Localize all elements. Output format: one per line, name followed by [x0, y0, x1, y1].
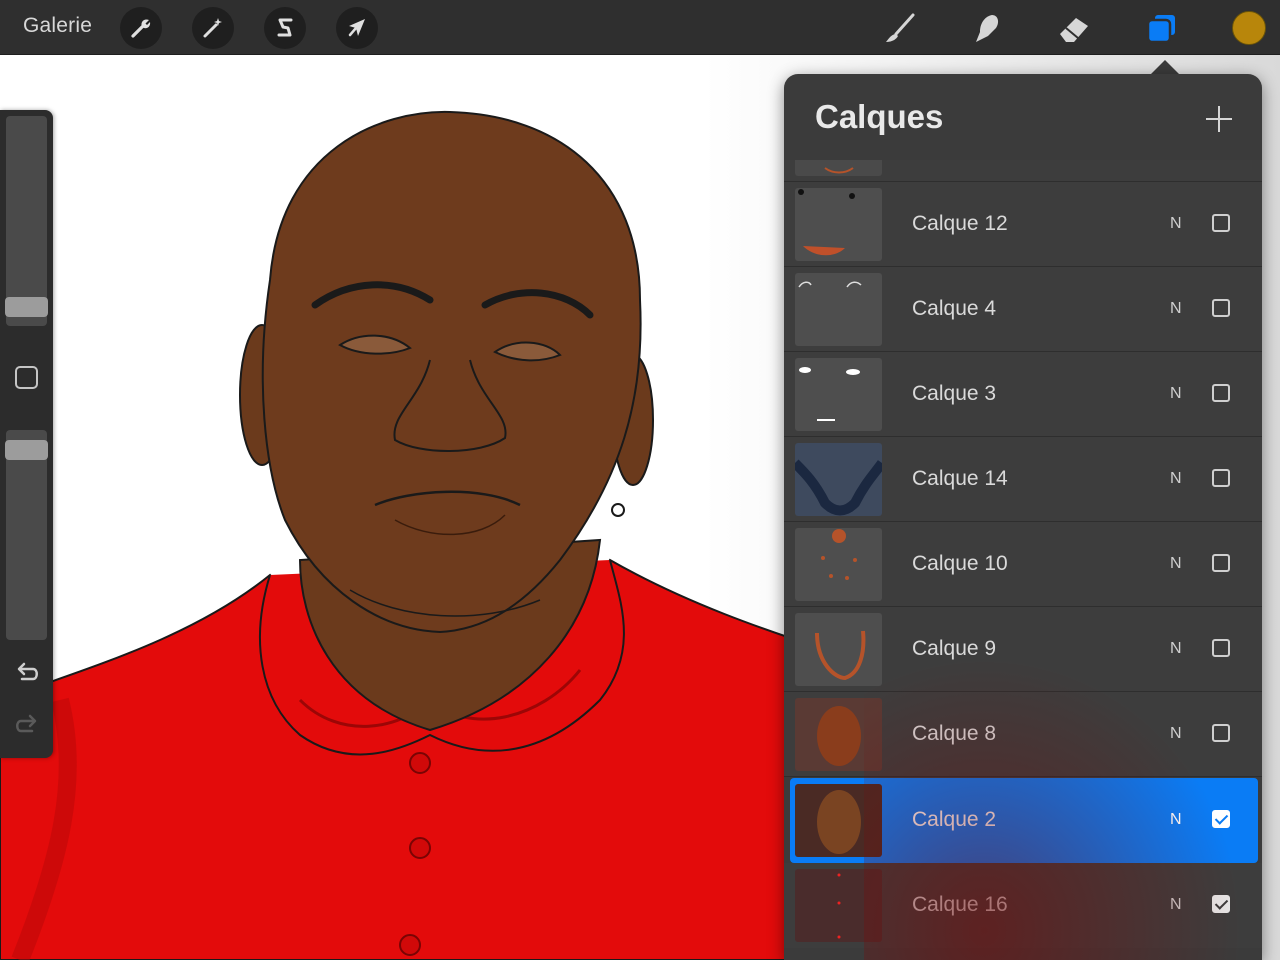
visibility-checkbox[interactable]: [1212, 639, 1230, 657]
layer-name: Calque 10: [912, 552, 1008, 575]
layer-thumbnail: [795, 613, 882, 686]
layer-row[interactable]: Calque 14 N: [784, 437, 1262, 522]
visibility-checkbox[interactable]: [1212, 724, 1230, 742]
layer-name: Calque 3: [912, 382, 997, 405]
brush-icon: [886, 13, 915, 42]
layer-row[interactable]: Calque 16 N: [784, 863, 1262, 948]
opacity-slider[interactable]: [6, 430, 47, 640]
layer-name: Calque 12: [912, 212, 1008, 235]
wrench-icon: [131, 19, 151, 38]
blend-mode-button[interactable]: N: [1170, 811, 1182, 829]
smudge-tool-button[interactable]: [966, 8, 1006, 48]
panel-pointer: [1150, 60, 1180, 75]
selection-button[interactable]: [264, 7, 306, 49]
blend-mode-button[interactable]: N: [1170, 385, 1182, 403]
add-layer-button[interactable]: [1204, 104, 1234, 134]
selection-s-icon: [277, 18, 293, 37]
layer-thumbnail: [795, 273, 882, 346]
redo-icon[interactable]: [13, 712, 41, 740]
brush-size-slider[interactable]: [6, 116, 47, 326]
layer-row-partial[interactable]: [784, 160, 1262, 182]
transform-button[interactable]: [336, 7, 378, 49]
layer-thumbnail: [795, 698, 882, 771]
layer-name: Calque 4: [912, 297, 997, 320]
visibility-checkbox[interactable]: [1212, 554, 1230, 572]
magic-wand-icon: [203, 18, 222, 38]
layer-name: Calque 8: [912, 722, 997, 745]
blend-mode-button[interactable]: N: [1170, 555, 1182, 573]
layer-thumbnail: [795, 528, 882, 601]
layer-row[interactable]: Calque 12 N: [784, 182, 1262, 267]
layer-name: Calque 14: [912, 467, 1008, 490]
blend-mode-button[interactable]: N: [1170, 640, 1182, 658]
modify-button[interactable]: [15, 366, 38, 389]
panel-title: Calques: [815, 98, 944, 135]
layers-icon: [1146, 13, 1177, 44]
smudge-finger-icon: [976, 15, 999, 42]
layer-name: Calque 9: [912, 637, 997, 660]
arrow-cursor-icon: [348, 19, 365, 37]
left-sidebar: [0, 110, 53, 758]
visibility-checkbox[interactable]: [1212, 810, 1230, 828]
layers-panel: Calques Calque 12 N Calque 4 N Calque 3 …: [784, 74, 1262, 960]
blend-mode-button[interactable]: N: [1170, 725, 1182, 743]
layer-name: Calque 16: [912, 893, 1008, 916]
top-toolbar: Galerie: [0, 0, 1280, 55]
visibility-checkbox[interactable]: [1212, 214, 1230, 232]
eraser-tool-button[interactable]: [1054, 8, 1094, 48]
layer-row[interactable]: Calque 4 N: [784, 267, 1262, 352]
layer-thumbnail: [795, 443, 882, 516]
opacity-handle[interactable]: [5, 439, 48, 460]
blend-mode-button[interactable]: N: [1170, 215, 1182, 233]
adjustments-button[interactable]: [192, 7, 234, 49]
visibility-checkbox[interactable]: [1212, 384, 1230, 402]
visibility-checkbox[interactable]: [1212, 299, 1230, 317]
layer-row-selected[interactable]: Calque 2 N: [790, 778, 1258, 863]
undo-icon[interactable]: [13, 660, 41, 688]
layer-row[interactable]: Calque 10 N: [784, 522, 1262, 607]
brush-size-handle[interactable]: [5, 296, 48, 317]
visibility-checkbox[interactable]: [1212, 895, 1230, 913]
blend-mode-button[interactable]: N: [1170, 300, 1182, 318]
layer-thumbnail: [795, 784, 882, 857]
color-picker-swatch[interactable]: [1232, 11, 1266, 45]
layers-tool-button[interactable]: [1142, 8, 1182, 48]
layer-thumbnail: [795, 160, 882, 176]
layer-row[interactable]: Calque 3 N: [784, 352, 1262, 437]
layer-thumbnail: [795, 358, 882, 431]
layer-thumbnail: [795, 869, 882, 942]
brush-tool-button[interactable]: [880, 8, 920, 48]
blend-mode-button[interactable]: N: [1170, 470, 1182, 488]
visibility-checkbox[interactable]: [1212, 469, 1230, 487]
actions-button[interactable]: [120, 7, 162, 49]
layer-thumbnail: [795, 188, 882, 261]
layer-name: Calque 2: [912, 808, 997, 831]
gallery-button[interactable]: Galerie: [23, 14, 92, 38]
layer-row[interactable]: Calque 9 N: [784, 607, 1262, 692]
layer-row[interactable]: Calque 8 N: [784, 692, 1262, 777]
eraser-icon: [1060, 18, 1088, 42]
blend-mode-button[interactable]: N: [1170, 896, 1182, 914]
